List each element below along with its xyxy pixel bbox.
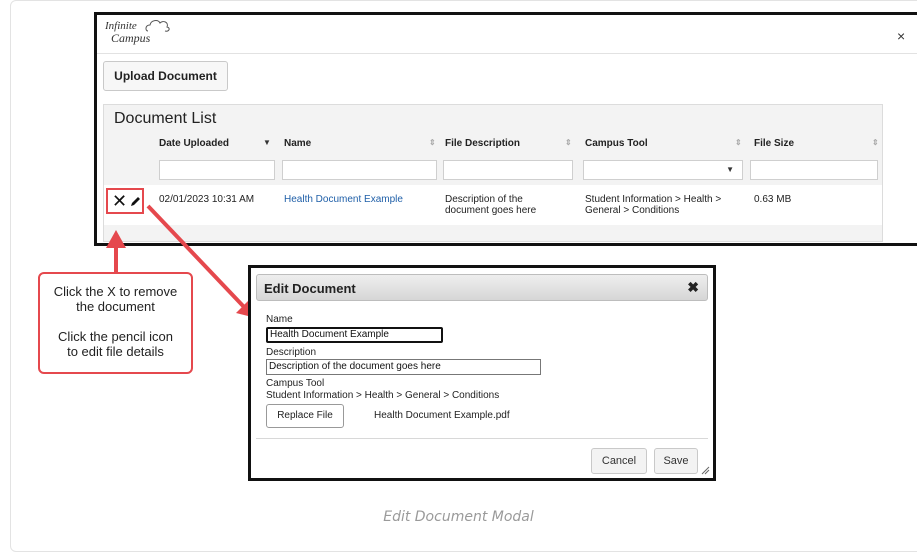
column-header-file-description[interactable]: File Description ⇕ (445, 138, 575, 154)
row-action-highlight: ✕ (106, 188, 144, 214)
column-header-name[interactable]: Name ⇕ (284, 138, 439, 154)
dropdown-arrow-icon: ▼ (726, 165, 734, 174)
callout-line: Click the X to remove (53, 284, 178, 299)
instruction-callout: Click the X to remove the document Click… (38, 272, 193, 374)
column-header-date-uploaded[interactable]: Date Uploaded ▼ (159, 138, 274, 154)
modal-footer-divider (256, 438, 708, 439)
document-name-link[interactable]: Health Document Example (284, 194, 403, 205)
document-list-panel: Document List Date Uploaded ▼ Name ⇕ Fil… (103, 104, 883, 242)
filter-name[interactable] (282, 160, 437, 180)
description-field[interactable]: Description of the document goes here (266, 359, 541, 375)
sort-icon: ⇕ (735, 138, 742, 147)
name-field[interactable]: Health Document Example (266, 327, 443, 343)
edit-document-modal: Edit Document ✖ Name Health Document Exa… (248, 265, 716, 481)
cell-file-size: 0.63 MB (754, 194, 792, 205)
column-header-file-size[interactable]: File Size ⇕ (754, 138, 879, 154)
campus-tool-value: Student Information > Health > General >… (266, 390, 500, 401)
cloud-logo-icon (145, 20, 170, 32)
document-list-title: Document List (114, 110, 217, 127)
file-name: Health Document Example.pdf (374, 410, 510, 421)
upload-document-button[interactable]: Upload Document (103, 61, 228, 91)
name-label: Name (266, 314, 293, 325)
figure-caption: Edit Document Modal (383, 509, 534, 525)
modal-title-bar: Edit Document ✖ (256, 274, 708, 301)
callout-line: Click the pencil icon (58, 329, 173, 344)
column-header-campus-tool[interactable]: Campus Tool ⇕ (585, 138, 745, 154)
close-icon[interactable]: × (897, 28, 905, 44)
pencil-icon[interactable] (129, 195, 142, 208)
modal-title: Edit Document (264, 281, 356, 296)
save-button[interactable]: Save (654, 448, 698, 474)
sort-icon: ⇕ (565, 138, 572, 147)
sort-icon: ⇕ (872, 138, 879, 147)
replace-file-button[interactable]: Replace File (266, 404, 344, 428)
infinite-campus-logo: Infinite Campus (105, 20, 170, 44)
cancel-button[interactable]: Cancel (591, 448, 647, 474)
close-icon[interactable]: ✖ (687, 279, 699, 296)
sort-desc-icon: ▼ (263, 138, 271, 147)
cell-file-description: Description of the document goes here (445, 194, 537, 216)
table-row: ✕ 02/01/2023 10:31 AM Health Document Ex… (104, 185, 882, 225)
cell-date-uploaded: 02/01/2023 10:31 AM (159, 194, 255, 205)
callout-line: to edit file details (67, 344, 164, 359)
sort-icon: ⇕ (429, 138, 436, 147)
campus-tool-label: Campus Tool (266, 378, 325, 389)
callout-line: the document (76, 299, 155, 314)
close-icon[interactable]: ✕ (112, 191, 127, 211)
filter-campus-tool[interactable]: ▼ (583, 160, 743, 180)
description-label: Description (266, 347, 317, 358)
filter-file-description[interactable] (443, 160, 573, 180)
filter-date-uploaded[interactable] (159, 160, 275, 180)
resize-grip-icon[interactable] (700, 465, 710, 475)
cell-campus-tool: Student Information > Health > General >… (585, 194, 722, 216)
app-header: Infinite Campus × (97, 15, 917, 54)
filter-file-size[interactable] (750, 160, 878, 180)
document-list-screenshot: Infinite Campus × Upload Document Docume… (94, 12, 917, 246)
